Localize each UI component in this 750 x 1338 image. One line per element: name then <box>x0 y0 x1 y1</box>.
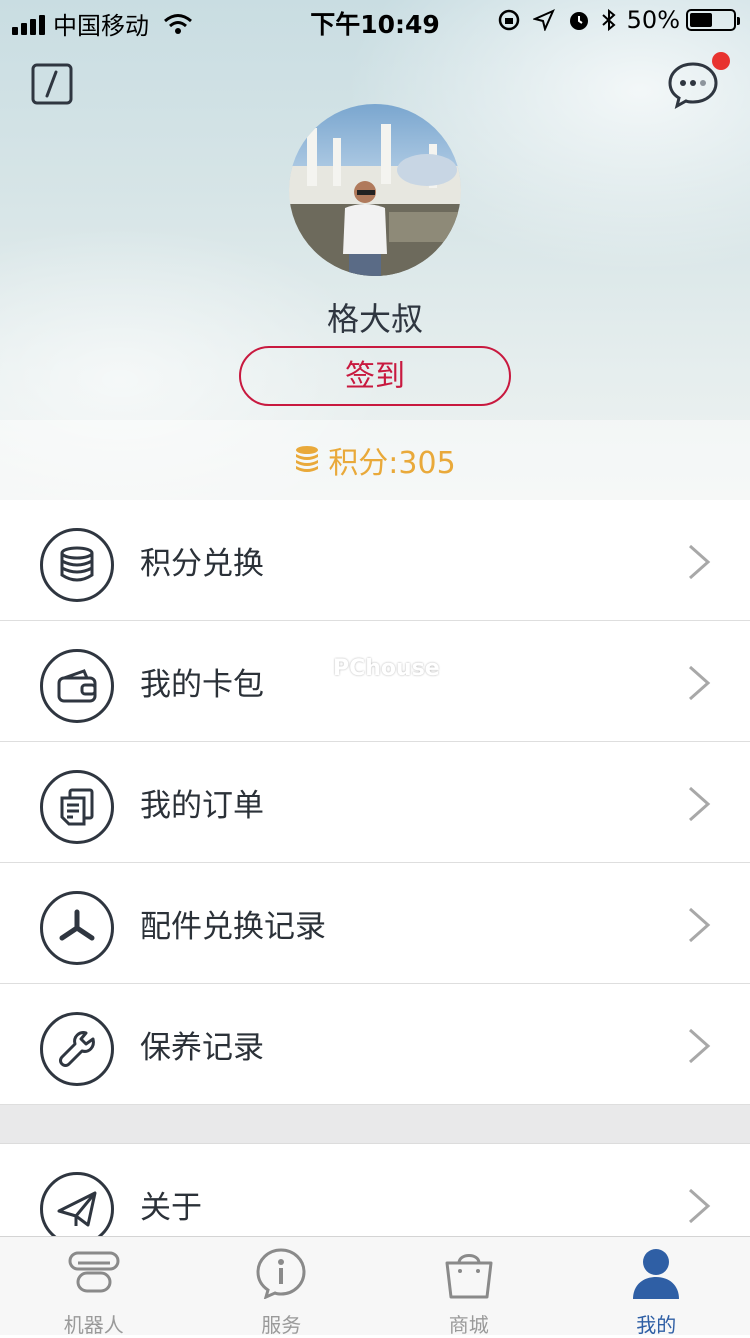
points-summary[interactable]: 积分:305 <box>0 420 750 500</box>
alarm-icon <box>567 8 591 32</box>
menu-item-parts-exchange-record[interactable]: 配件兑换记录 <box>0 863 750 984</box>
battery-icon <box>686 9 736 31</box>
location-icon <box>533 9 555 31</box>
battery-percent: 50% <box>627 6 680 34</box>
menu-item-maintenance-record[interactable]: 保养记录 <box>0 984 750 1105</box>
avatar-photo <box>289 104 461 276</box>
wallet-icon <box>40 649 114 723</box>
bluetooth-icon <box>601 8 617 32</box>
unread-badge <box>712 52 730 70</box>
avatar[interactable] <box>289 104 461 276</box>
tab-bar: 机器人 服务 商城 我的 <box>0 1236 750 1335</box>
section-divider <box>0 1105 750 1144</box>
paper-plane-icon <box>40 1172 114 1246</box>
rotation-lock-icon <box>497 8 521 32</box>
menu-item-points-exchange[interactable]: 积分兑换 <box>0 500 750 621</box>
tab-robot[interactable]: 机器人 <box>0 1237 188 1335</box>
orders-icon <box>40 770 114 844</box>
robot-icon <box>66 1247 122 1299</box>
chevron-right-icon <box>684 542 714 582</box>
menu-item-label: 保养记录 <box>140 984 264 1112</box>
menu-item-label: 配件兑换记录 <box>140 863 326 991</box>
status-bar: 中国移动 下午10:49 50% <box>0 0 750 40</box>
info-icon <box>255 1247 307 1299</box>
wrench-icon <box>40 1012 114 1086</box>
message-icon[interactable] <box>666 60 720 110</box>
shopping-bag-icon <box>442 1247 496 1301</box>
propeller-icon <box>40 891 114 965</box>
coins-icon <box>294 445 320 475</box>
username: 格大叔 <box>0 294 750 340</box>
menu-item-label: 积分兑换 <box>140 500 264 628</box>
chevron-right-icon <box>684 784 714 824</box>
checkin-button[interactable]: 签到 <box>239 346 511 406</box>
menu-item-card-wallet[interactable]: 我的卡包 <box>0 621 750 742</box>
chevron-right-icon <box>684 1026 714 1066</box>
menu-item-label: 我的卡包 <box>140 621 264 749</box>
chevron-right-icon <box>684 663 714 703</box>
edit-icon[interactable] <box>30 62 74 106</box>
tab-mine[interactable]: 我的 <box>563 1237 750 1335</box>
tab-mall[interactable]: 商城 <box>375 1237 563 1335</box>
user-icon <box>630 1247 682 1301</box>
menu-item-my-orders[interactable]: 我的订单 <box>0 742 750 863</box>
chevron-right-icon <box>684 1186 714 1226</box>
tab-service[interactable]: 服务 <box>188 1237 376 1335</box>
points-label: 积分:305 <box>328 438 455 482</box>
watermark: PChouse <box>333 656 440 681</box>
menu-list: 积分兑换 我的卡包 我的订单 配件 <box>0 500 750 1265</box>
coins-icon <box>40 528 114 602</box>
chevron-right-icon <box>684 905 714 945</box>
menu-item-label: 我的订单 <box>140 742 264 870</box>
